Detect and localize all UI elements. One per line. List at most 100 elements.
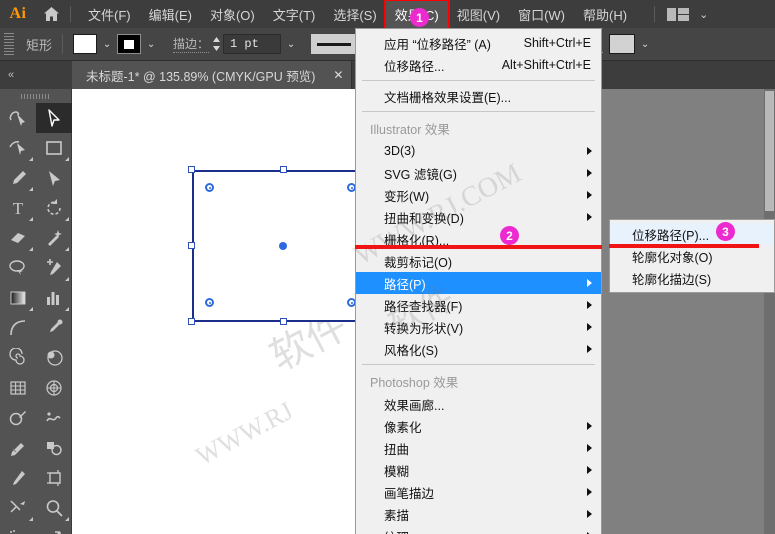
gradient-tool[interactable] xyxy=(0,283,36,313)
stroke-weight-stepper[interactable] xyxy=(209,33,223,55)
selection-handle-tc[interactable] xyxy=(280,166,287,173)
pen-tool[interactable] xyxy=(0,463,36,493)
stroke-weight-label[interactable]: 描边： xyxy=(173,35,210,53)
menu-edit[interactable]: 编辑(E) xyxy=(140,1,201,28)
menu-item-warp[interactable]: 变形(W) xyxy=(356,184,601,206)
direct-selection-tool[interactable] xyxy=(0,133,36,163)
pencil-tool[interactable] xyxy=(0,433,36,463)
shaper-tool[interactable] xyxy=(0,103,36,133)
arrange-documents-icon[interactable] xyxy=(667,7,690,21)
lasso-tool[interactable] xyxy=(0,253,36,283)
selection-handle-bc[interactable] xyxy=(280,318,287,325)
submenu-item-label: 轮廓化描边(S) xyxy=(632,272,712,287)
chevron-down-icon[interactable]: ⌄ xyxy=(693,8,714,21)
scissors-tool[interactable] xyxy=(0,493,36,523)
shape-builder-tool[interactable] xyxy=(36,433,72,463)
stroke-weight-dropdown-icon[interactable]: ⌄ xyxy=(281,34,301,54)
submenu-caret-icon xyxy=(587,213,592,221)
menu-window[interactable]: 窗口(W) xyxy=(509,1,574,28)
style-dropdown-icon[interactable]: ⌄ xyxy=(635,34,655,54)
selection-tool[interactable] xyxy=(36,103,72,133)
menu-item-label: 素描 xyxy=(384,508,410,523)
tools-panel: T xyxy=(0,89,72,534)
grid-tool[interactable] xyxy=(0,373,36,403)
eraser-tool[interactable] xyxy=(0,223,36,253)
menu-item-pixelate[interactable]: 像素化 xyxy=(356,415,601,437)
menu-item-pathfinder[interactable]: 路径查找器(F) xyxy=(356,294,601,316)
rotate-tool[interactable] xyxy=(36,193,72,223)
artboard[interactable]: 软件 WWW.RJ .COM xyxy=(72,89,390,534)
magic-wand-tool[interactable] xyxy=(36,223,72,253)
scale-tool[interactable] xyxy=(36,523,72,534)
polar-grid-tool[interactable] xyxy=(36,373,72,403)
zoom-tool[interactable] xyxy=(36,493,72,523)
menu-item-document-raster-settings[interactable]: 文档栅格效果设置(E)... xyxy=(356,85,601,107)
spiral-tool[interactable] xyxy=(0,343,36,373)
eyedropper-tool[interactable] xyxy=(36,313,72,343)
menu-help[interactable]: 帮助(H) xyxy=(574,1,636,28)
menu-item-offset-path-dialog[interactable]: 位移路径... Alt+Shift+Ctrl+E xyxy=(356,54,601,76)
menu-item-label: 变形(W) xyxy=(384,189,430,204)
fill-swatch[interactable] xyxy=(73,34,98,54)
menu-item-path[interactable]: 路径(P) xyxy=(356,272,601,294)
menu-item-convert-to-shape[interactable]: 转换为形状(V) xyxy=(356,316,601,338)
menu-item-svg-filters[interactable]: SVG 滤镜(G) xyxy=(356,162,601,184)
warp-tool[interactable] xyxy=(36,403,72,433)
tools-panel-grip[interactable] xyxy=(0,89,71,103)
paintbrush-tool[interactable] xyxy=(0,163,36,193)
menu-item-blur[interactable]: 模糊 xyxy=(356,459,601,481)
menu-item-sketch[interactable]: 素描 xyxy=(356,503,601,525)
menu-item-apply-offset-path[interactable]: 应用 “位移路径” (A) Shift+Ctrl+E xyxy=(356,32,601,54)
menu-item-effect-gallery[interactable]: 效果画廊... xyxy=(356,393,601,415)
close-icon[interactable]: ✕ xyxy=(333,68,343,82)
fill-dropdown-icon[interactable]: ⌄ xyxy=(97,34,117,54)
curvature-tool[interactable] xyxy=(0,403,36,433)
selection-handle-tl[interactable] xyxy=(188,166,195,173)
control-bar-grip[interactable] xyxy=(4,33,14,55)
menu-item-shortcut: Shift+Ctrl+E xyxy=(523,36,591,50)
menu-item-texture[interactable]: 纹理 xyxy=(356,525,601,534)
type-tool[interactable]: T xyxy=(0,193,36,223)
submenu-item-outline-object[interactable]: 轮廓化对象(O) xyxy=(610,245,774,267)
menu-item-3d[interactable]: 3D(3) xyxy=(356,140,601,162)
document-tab-title: 未标题-1* @ 135.89% (CMYK/GPU 预览) xyxy=(86,69,316,84)
symbol-sprayer-tool[interactable] xyxy=(0,523,36,534)
selection-handle-ml[interactable] xyxy=(188,242,195,249)
stroke-weight-input[interactable]: 1 pt xyxy=(223,34,282,54)
stroke-dropdown-icon[interactable]: ⌄ xyxy=(141,34,161,54)
menu-file[interactable]: 文件(F) xyxy=(79,1,140,28)
arrow-tool[interactable] xyxy=(36,163,72,193)
menu-select[interactable]: 选择(S) xyxy=(324,1,385,28)
menu-item-distort[interactable]: 扭曲 xyxy=(356,437,601,459)
corner-widget-tl[interactable] xyxy=(205,183,214,192)
menu-view[interactable]: 视图(V) xyxy=(448,1,509,28)
menu-item-label: 转换为形状(V) xyxy=(384,321,464,336)
scrollbar-thumb[interactable] xyxy=(765,91,774,211)
artboard-tool[interactable] xyxy=(36,463,72,493)
menu-item-label: 画笔描边 xyxy=(384,486,435,501)
menu-type[interactable]: 文字(T) xyxy=(264,1,325,28)
panel-collapse-icon[interactable]: « xyxy=(0,61,72,89)
stroke-swatch[interactable] xyxy=(117,34,142,54)
arc-tool[interactable] xyxy=(0,313,36,343)
selection-handle-bl[interactable] xyxy=(188,318,195,325)
style-swatch[interactable] xyxy=(609,34,636,54)
document-tab[interactable]: 未标题-1* @ 135.89% (CMYK/GPU 预览) ✕ xyxy=(72,61,353,89)
corner-widget-bl[interactable] xyxy=(205,298,214,307)
submenu-item-outline-stroke[interactable]: 轮廓化描边(S) xyxy=(610,267,774,289)
rectangle-object[interactable] xyxy=(188,166,374,325)
menu-object[interactable]: 对象(O) xyxy=(201,1,264,28)
menu-item-distort-transform[interactable]: 扭曲和变换(D) xyxy=(356,206,601,228)
add-anchor-point-tool[interactable] xyxy=(36,253,72,283)
stroke-profile-icon[interactable] xyxy=(311,34,358,54)
menu-item-brush-strokes[interactable]: 画笔描边 xyxy=(356,481,601,503)
submenu-item-offset-path[interactable]: 位移路径(P)... xyxy=(610,223,774,245)
submenu-caret-icon xyxy=(587,279,592,287)
menu-item-stylize[interactable]: 风格化(S) xyxy=(356,338,601,360)
menu-item-crop-marks[interactable]: 裁剪标记(O) xyxy=(356,250,601,272)
vertical-scrollbar[interactable] xyxy=(764,89,775,534)
column-graph-tool[interactable] xyxy=(36,283,72,313)
blend-tool[interactable] xyxy=(36,343,72,373)
home-icon[interactable] xyxy=(36,0,66,28)
rectangle-tool[interactable] xyxy=(36,133,72,163)
